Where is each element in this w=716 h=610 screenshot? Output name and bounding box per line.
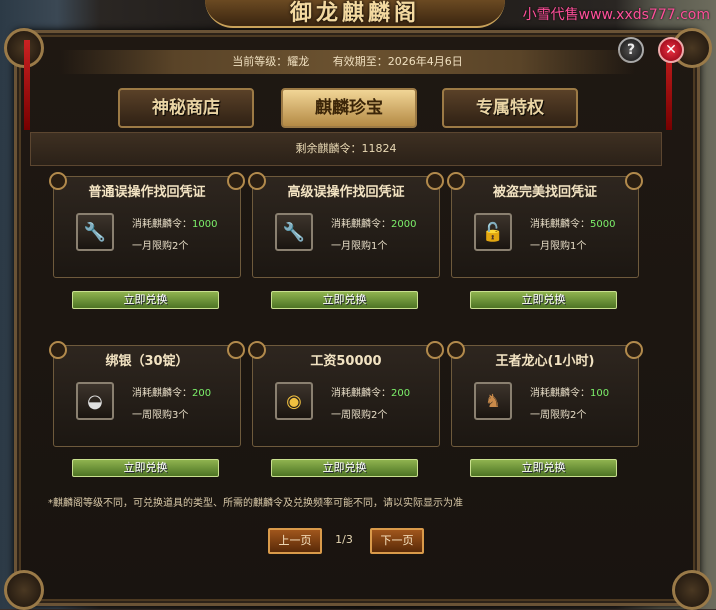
item-name: 绑银（30锭） xyxy=(105,354,189,369)
exchange-button[interactable]: 立即兑换 xyxy=(271,291,418,309)
item-name: 高级误操作找回凭证 xyxy=(287,185,405,200)
current-level: 当前等级：耀龙 xyxy=(232,55,310,68)
expiry-date: 有效期至：2026年4月6日 xyxy=(332,55,463,68)
window-title: 御龙麒麟阁 xyxy=(205,0,505,28)
exchange-button[interactable]: 立即兑换 xyxy=(470,459,617,477)
item-limit: 一月限购1个 xyxy=(530,241,587,252)
item-cost: 消耗麒麟令：5000 xyxy=(530,219,616,230)
item-limit: 一月限购2个 xyxy=(132,241,189,252)
watermark: 小雪代售www.xxds777.com xyxy=(522,7,710,23)
item-limit: 一月限购1个 xyxy=(331,241,388,252)
next-page-button[interactable]: 下一页 xyxy=(370,528,424,554)
item-card: 高级误操作找回凭证 🔧 消耗麒麟令：2000 一月限购1个 xyxy=(248,172,444,278)
corner-ornament xyxy=(4,570,44,610)
exchange-button[interactable]: 立即兑换 xyxy=(72,291,219,309)
exchange-button[interactable]: 立即兑换 xyxy=(72,459,219,477)
item-card: 普通误操作找回凭证 🔧 消耗麒麟令：1000 一月限购2个 xyxy=(49,172,245,278)
corner-ornament xyxy=(672,570,712,610)
item-cost: 消耗麒麟令：100 xyxy=(530,388,610,399)
item-limit: 一周限购3个 xyxy=(132,410,189,421)
tassel-ornament xyxy=(24,40,30,130)
item-card: 被盗完美找回凭证 🔓 消耗麒麟令：5000 一月限购1个 xyxy=(447,172,643,278)
item-cost: 消耗麒麟令：1000 xyxy=(132,219,218,230)
lock-icon[interactable]: 🔓 xyxy=(474,213,512,251)
silver-ingot-icon[interactable]: ◒ xyxy=(76,382,114,420)
footnote: *麒麟阁等级不同，可兑换道具的类型、所需的麒麟令及兑换频率可能不同，请以实际显示… xyxy=(48,498,463,509)
exchange-button[interactable]: 立即兑换 xyxy=(271,459,418,477)
exchange-button[interactable]: 立即兑换 xyxy=(470,291,617,309)
item-name: 普通误操作找回凭证 xyxy=(88,185,206,200)
prev-page-button[interactable]: 上一页 xyxy=(268,528,322,554)
remaining-tokens: 剩余麒麟令：11824 xyxy=(30,132,662,166)
tab-mystery-shop[interactable]: 神秘商店 xyxy=(118,88,254,128)
item-cost: 消耗麒麟令：200 xyxy=(132,388,212,399)
close-button[interactable]: ✕ xyxy=(658,37,684,63)
item-cost: 消耗麒麟令：200 xyxy=(331,388,411,399)
item-limit: 一周限购2个 xyxy=(331,410,388,421)
item-name: 王者龙心(1小时) xyxy=(495,354,595,369)
dragon-icon[interactable]: ♞ xyxy=(474,382,512,420)
tab-exclusive-privilege[interactable]: 专属特权 xyxy=(442,88,578,128)
item-card: 绑银（30锭） ◒ 消耗麒麟令：200 一周限购3个 xyxy=(49,341,245,447)
item-cost: 消耗麒麟令：2000 xyxy=(331,219,417,230)
item-name: 工资50000 xyxy=(310,354,382,369)
item-limit: 一周限购2个 xyxy=(530,410,587,421)
wrench-icon[interactable]: 🔧 xyxy=(275,213,313,251)
close-icon: ✕ xyxy=(665,42,677,58)
info-bar: 当前等级：耀龙 有效期至：2026年4月6日 xyxy=(60,50,635,74)
wrench-icon[interactable]: 🔧 xyxy=(76,213,114,251)
tab-qilin-treasure[interactable]: 麒麟珍宝 xyxy=(281,88,417,128)
item-name: 被盗完美找回凭证 xyxy=(492,185,597,200)
item-card: 王者龙心(1小时) ♞ 消耗麒麟令：100 一周限购2个 xyxy=(447,341,643,447)
item-card: 工资50000 ◉ 消耗麒麟令：200 一周限购2个 xyxy=(248,341,444,447)
page-indicator: 1/3 xyxy=(335,533,353,546)
gold-coins-icon[interactable]: ◉ xyxy=(275,382,313,420)
